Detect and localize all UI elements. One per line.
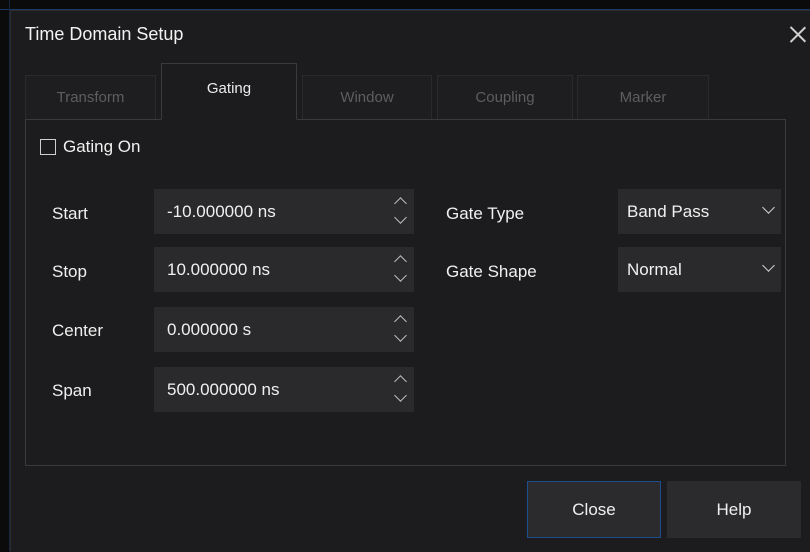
tab-label: Gating [206,80,252,97]
tab-label: Coupling [475,89,535,106]
gating-on-toggle[interactable]: Gating On [40,135,141,159]
close-button[interactable]: Close [527,481,661,538]
chevron-up-icon[interactable] [394,255,407,268]
stop-spinner[interactable] [392,253,410,287]
tab-label: Transform [56,89,125,106]
center-spinner[interactable] [392,313,410,347]
stop-value[interactable]: 10.000000 ns [167,260,270,280]
center-value[interactable]: 0.000000 s [167,320,251,340]
stop-label: Stop [52,262,87,281]
center-label: Center [52,321,104,340]
span-spinner[interactable] [392,373,410,407]
chevron-down-icon[interactable] [394,269,407,282]
chevron-down-icon[interactable] [394,329,407,342]
dialog-title: Time Domain Setup [25,24,184,44]
close-icon[interactable] [787,23,809,45]
chevron-down-icon[interactable] [394,389,407,402]
gate-shape-select[interactable]: Normal [618,247,781,292]
gating-on-checkbox[interactable] [40,139,56,155]
chevron-down-icon[interactable] [394,211,407,224]
tab-transform[interactable]: Transform [25,75,156,119]
gate-type-label: Gate Type [446,204,525,223]
gate-shape-label: Gate Shape [446,262,537,281]
chevron-up-icon[interactable] [394,197,407,210]
chevron-up-icon[interactable] [394,375,407,388]
chevron-down-icon[interactable] [762,201,775,214]
tab-label: Marker [619,89,667,106]
tab-window[interactable]: Window [302,75,432,119]
tab-marker[interactable]: Marker [577,75,709,119]
chevron-up-icon[interactable] [394,315,407,328]
center-field[interactable]: 0.000000 s [154,307,414,352]
span-field[interactable]: 500.000000 ns [154,367,414,412]
span-value[interactable]: 500.000000 ns [167,380,280,400]
tab-gating[interactable]: Gating [161,63,297,120]
stop-field[interactable]: 10.000000 ns [154,247,414,292]
start-field[interactable]: -10.000000 ns [154,189,414,234]
gate-shape-value: Normal [627,260,682,279]
start-value[interactable]: -10.000000 ns [167,202,276,222]
gate-type-select[interactable]: Band Pass [618,189,781,234]
gating-panel [25,119,786,466]
tab-label: Window [340,89,394,106]
tab-coupling[interactable]: Coupling [437,75,573,119]
chevron-down-icon[interactable] [762,259,775,272]
start-spinner[interactable] [392,195,410,229]
span-label: Span [52,381,92,400]
start-label: Start [52,204,88,223]
gate-type-value: Band Pass [627,202,710,221]
gating-on-label: Gating On [63,137,141,156]
help-button[interactable]: Help [667,481,801,538]
time-domain-setup-dialog: Time Domain Setup Transform Gating Windo… [10,10,810,552]
